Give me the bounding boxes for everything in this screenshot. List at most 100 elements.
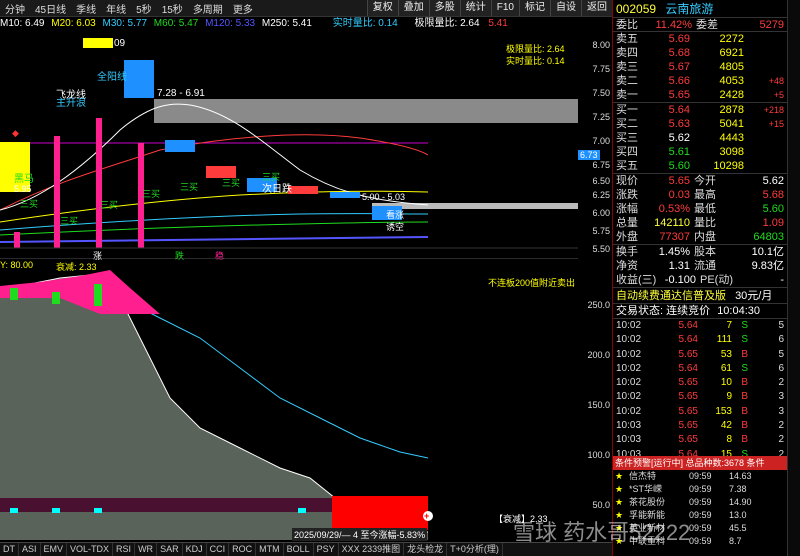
date-range-bar: 2025/09/29/— 4 至今涨幅-5.83%	[292, 528, 428, 541]
order-row[interactable]: 买四 5.61 3098	[613, 145, 787, 159]
legend-realtime-ratio: 实时量比: 0.14	[506, 56, 565, 66]
sell-vol: 6921	[719, 47, 744, 59]
stat-value: 5.62	[762, 175, 784, 187]
alert-value: 14.63	[729, 471, 752, 481]
alert-header[interactable]: 条件预警[运行中] 总品种数:3678 条件	[613, 456, 788, 470]
tab-psy[interactable]: PSY	[314, 543, 339, 556]
tick-row: 10:03 5.65 8 B 2	[613, 433, 787, 447]
order-row[interactable]: 卖二 5.66 4053 +48	[613, 74, 787, 88]
alert-time: 09:59	[689, 484, 712, 494]
alert-row[interactable]: ★ 信杰特 09:59 14.63	[613, 470, 788, 483]
order-row[interactable]: 买五 5.60 10298	[613, 159, 787, 173]
ma120-value: M120: 5.33	[205, 18, 256, 29]
tab-emv[interactable]: EMV	[41, 543, 68, 556]
label-595: 5.95	[14, 184, 32, 194]
tab-leader[interactable]: 龙头检龙	[404, 543, 448, 556]
tab-roc[interactable]: ROC	[229, 543, 257, 556]
order-row[interactable]: 买二 5.63 5041 +15	[613, 117, 787, 131]
tab-sar[interactable]: SAR	[157, 543, 183, 556]
tick-side: S	[741, 320, 748, 331]
statistics-button[interactable]: 统计	[459, 0, 491, 16]
period-quarter[interactable]: 季线	[71, 1, 101, 16]
sub-scale-tick: 100.0	[587, 450, 610, 460]
stat-label: 今开	[694, 175, 716, 187]
limit-ratio-value: 极限量比: 2.64	[414, 18, 480, 29]
indicator-chart[interactable]: + Y: 80.00 衰减: 2.33 不连板200值附近卖出 【衰减】2.33…	[0, 257, 578, 541]
order-row[interactable]: 买一 5.64 2878 +218	[613, 103, 787, 117]
back-button[interactable]: 返回	[581, 0, 612, 16]
candle-red-2	[288, 186, 318, 194]
alert-time: 09:59	[689, 510, 712, 520]
period-15s[interactable]: 15秒	[157, 1, 188, 16]
tick-count: 3	[778, 405, 784, 417]
tick-vol: 7	[726, 320, 732, 331]
order-row[interactable]: 卖四 5.68 6921	[613, 46, 787, 60]
trade-status-time: 10:04:30	[717, 305, 761, 317]
tab-boll[interactable]: BOLL	[284, 543, 314, 556]
buy-vol: 10298	[713, 160, 744, 172]
tick-price: 5.65	[678, 348, 698, 360]
stat-value: 1.09	[762, 217, 784, 229]
mark-button[interactable]: 标记	[519, 0, 550, 16]
tick-vol: 42	[720, 420, 732, 432]
tick-row: 10:02 5.64 7 S 5	[613, 319, 787, 333]
period-more[interactable]: 更多	[228, 1, 258, 16]
fuquan-button[interactable]: 复权	[366, 0, 398, 16]
order-row[interactable]: 卖五 5.69 2272	[613, 32, 787, 46]
tick-time: 10:02	[616, 362, 642, 374]
custom-button[interactable]: 自设	[550, 0, 581, 16]
stat-row: 涨跌 0.03 最高 5.68	[613, 188, 787, 202]
label-up-trend: 主升浪	[56, 98, 86, 109]
stock-header: 002059 云南旅游	[613, 0, 787, 18]
tab-dt[interactable]: DT	[0, 543, 19, 556]
buy-label: 买一	[616, 104, 638, 116]
f10-button[interactable]: F10	[490, 0, 519, 16]
tab-t0[interactable]: T+0分析(理)	[447, 543, 503, 556]
period-multi[interactable]: 多周期	[188, 1, 228, 16]
order-row[interactable]: 卖三 5.67 4805	[613, 60, 787, 74]
tab-rsi[interactable]: RSI	[113, 543, 136, 556]
scale-tick: 5.75	[592, 226, 610, 236]
multi-stock-button[interactable]: 多股	[428, 0, 460, 16]
overlay-button[interactable]: 叠加	[397, 0, 429, 16]
sell-change	[744, 60, 784, 74]
scale-tick: 6.50	[592, 176, 610, 186]
order-row[interactable]: 买三 5.62 4443	[613, 131, 787, 145]
sell-change: +5	[773, 90, 784, 100]
kline-chart[interactable]: ◆ 09 全阳线 飞龙线 主升浪 7.28 - 6.91 5.00 - 5.03…	[0, 30, 578, 261]
trade-status: 交易状态: 连续竞价 10:04:30	[613, 304, 787, 319]
tab-mtm[interactable]: MTM	[256, 543, 284, 556]
tick-count: 5	[778, 320, 784, 331]
alert-value: 7.38	[729, 484, 747, 494]
candle-blue-4	[330, 192, 360, 198]
alert-row[interactable]: ★ 茶花股份 09:59 14.90	[613, 496, 788, 509]
period-5s[interactable]: 5秒	[131, 1, 157, 16]
tick-time: 10:02	[616, 320, 642, 331]
promo-banner[interactable]: 自动续费通达信普及版 30元/月	[613, 288, 787, 304]
period-year[interactable]: 年线	[101, 1, 131, 16]
order-row[interactable]: 卖一 5.65 2428 +5	[613, 88, 787, 102]
label-buy-3: 三买	[142, 189, 161, 199]
ma-legend: M10: 6.49 M20: 6.03 M30: 5.77 M60: 5.47 …	[0, 17, 612, 30]
tab-wr[interactable]: WR	[135, 543, 158, 556]
sell-price: 5.68	[668, 47, 690, 59]
tick-row: 10:02 5.65 9 B 3	[613, 390, 787, 404]
buy-label: 买二	[616, 118, 638, 130]
buy-price: 5.61	[668, 146, 690, 158]
tab-kdj[interactable]: KDJ	[183, 543, 207, 556]
alert-row[interactable]: ★ *ST华嵘 09:59 7.38	[613, 483, 788, 496]
period-45day[interactable]: 45日线	[30, 1, 71, 16]
tab-cci[interactable]: CCI	[207, 543, 230, 556]
tick-side: B	[741, 391, 748, 403]
tab-xxx[interactable]: XXX 2339推图	[339, 543, 405, 556]
sell-change	[744, 46, 784, 60]
candle-blue-1	[124, 60, 154, 98]
label-buy-1: 三买	[60, 216, 79, 226]
buy-vol: 4443	[719, 132, 744, 144]
bottom-red-block	[332, 496, 428, 530]
tick-time: 10:02	[616, 348, 642, 360]
period-minute[interactable]: 分钟	[0, 1, 30, 16]
tab-asi[interactable]: ASI	[19, 543, 41, 556]
label-09: 09	[114, 38, 126, 49]
tab-vol-tdx[interactable]: VOL-TDX	[67, 543, 114, 556]
